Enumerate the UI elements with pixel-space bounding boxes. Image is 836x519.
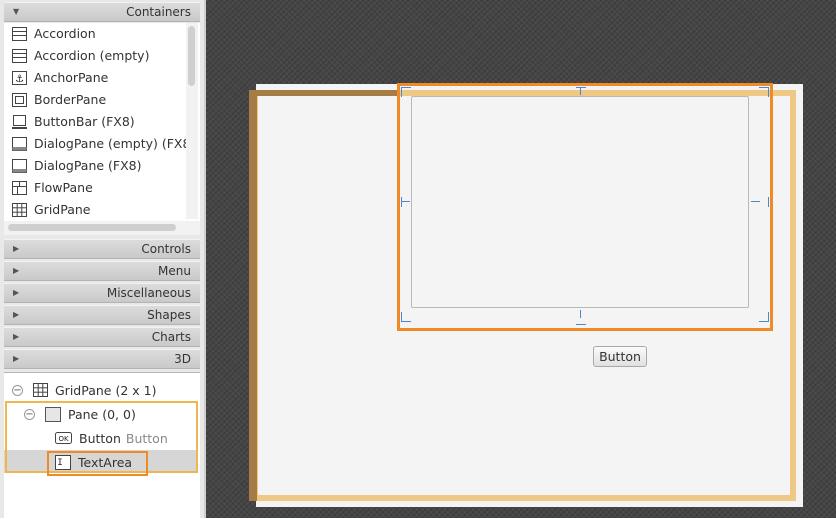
library-item-label: ButtonBar (FX8) — [34, 114, 135, 129]
accordion-icon — [12, 48, 27, 63]
library-item-label: FlowPane — [34, 180, 93, 195]
resize-handle-bottom-stem — [580, 310, 581, 318]
section-header-menu[interactable]: ▶ Menu — [4, 261, 200, 281]
section-title: Containers — [126, 5, 191, 19]
library-item-dialogpane[interactable]: DialogPane (FX8) — [12, 155, 142, 176]
tree-node-pane[interactable]: − Pane (0, 0) — [24, 403, 136, 425]
pane-icon — [45, 406, 61, 422]
scroll-thumb[interactable] — [188, 26, 195, 86]
library-item-anchorpane[interactable]: ⚓ AnchorPane — [12, 67, 108, 88]
library-item-label: Accordion — [34, 26, 96, 41]
tree-node-label: TextArea — [78, 454, 133, 470]
section-title: Controls — [141, 242, 191, 256]
border-pane-icon — [12, 92, 27, 107]
svg-text:OK: OK — [58, 435, 69, 443]
library-item-accordion[interactable]: Accordion — [12, 23, 96, 44]
library-item-label: DialogPane (FX8) — [34, 158, 142, 173]
collapsed-arrow-icon: ▶ — [13, 266, 20, 275]
tree-node-textarea[interactable]: I TextArea — [55, 451, 132, 473]
gridpane-outline-shadow-left — [249, 90, 257, 501]
library-item-label: DialogPane (empty) (FX8) — [34, 136, 196, 151]
collapsed-arrow-icon: ▶ — [13, 332, 20, 341]
tree-node-button[interactable]: OK Button Button — [55, 427, 168, 449]
library-item-label: GridPane — [34, 202, 91, 217]
accordion-icon — [12, 26, 27, 41]
section-header-charts[interactable]: ▶ Charts — [4, 327, 200, 347]
resize-handle-top-right[interactable] — [759, 87, 769, 97]
resize-handle-bottom[interactable] — [576, 317, 586, 325]
section-header-3d[interactable]: ▶ 3D — [4, 349, 200, 369]
library-item-label: Accordion (empty) — [34, 48, 150, 63]
tree-node-gridpane[interactable]: − GridPane (2 x 1) — [12, 379, 156, 401]
resize-handle-top[interactable] — [576, 87, 586, 95]
library-item-buttonbar[interactable]: ButtonBar (FX8) — [12, 111, 135, 132]
section-title: Charts — [151, 330, 191, 344]
collapsed-arrow-icon: ▶ — [13, 354, 20, 363]
textarea-icon: I — [55, 454, 71, 470]
collapsed-arrow-icon: ▶ — [13, 310, 20, 319]
library-item-gridpane[interactable]: GridPane — [12, 199, 90, 220]
library-item-dialogpane-empty[interactable]: DialogPane (empty) (FX8) — [12, 133, 195, 154]
resize-handle-right[interactable] — [761, 197, 769, 207]
expanded-arrow-icon: ▼ — [13, 7, 20, 16]
resize-handle-top-stem — [580, 87, 581, 95]
collapsed-arrow-icon: ▶ — [13, 244, 20, 253]
section-header-containers[interactable]: ▼ Containers — [4, 2, 200, 22]
library-item-flowpane[interactable]: FlowPane — [12, 177, 93, 198]
collapse-toggle-icon[interactable]: − — [12, 384, 23, 396]
scroll-thumb[interactable] — [8, 224, 176, 231]
tree-node-detail: Button — [125, 430, 168, 446]
resize-handle-bottom-left[interactable] — [401, 312, 411, 322]
button-bar-icon — [12, 114, 27, 129]
library-item-borderpane[interactable]: BorderPane — [12, 89, 106, 110]
tree-node-label: GridPane (2 x 1) — [55, 382, 157, 398]
panel-divider[interactable] — [204, 0, 206, 518]
tree-node-label: Button — [79, 430, 121, 446]
containers-list: Accordion Accordion (empty) ⚓ AnchorPane… — [4, 23, 200, 222]
grid-pane-icon — [33, 383, 48, 397]
canvas-button[interactable]: Button — [593, 346, 647, 367]
section-header-shapes[interactable]: ▶ Shapes — [4, 305, 200, 325]
gridpane-outline-shadow-top — [249, 90, 399, 96]
grid-pane-icon — [12, 202, 27, 217]
collapse-toggle-icon[interactable]: − — [24, 408, 35, 420]
svg-text:⚓: ⚓ — [15, 74, 24, 85]
library-item-label: BorderPane — [34, 92, 107, 107]
section-header-miscellaneous[interactable]: ▶ Miscellaneous — [4, 283, 200, 303]
tree-node-label: Pane (0, 0) — [68, 406, 136, 422]
collapsed-arrow-icon: ▶ — [13, 288, 20, 297]
library-item-label: AnchorPane — [34, 70, 109, 85]
dialog-pane-icon — [12, 158, 27, 173]
section-title: Menu — [158, 264, 191, 278]
section-title: Miscellaneous — [106, 286, 191, 300]
resize-handle-left-stem — [401, 201, 410, 202]
dialog-pane-icon — [12, 136, 27, 151]
library-item-accordion-empty[interactable]: Accordion (empty) — [12, 45, 149, 66]
section-title: Shapes — [147, 308, 191, 322]
flow-pane-icon — [12, 180, 27, 195]
button-ok-icon: OK — [55, 432, 72, 444]
resize-handle-right-stem — [751, 201, 760, 202]
library-vertical-scrollbar[interactable] — [186, 23, 198, 219]
resize-handle-top-left[interactable] — [401, 87, 411, 97]
svg-text:I: I — [57, 458, 62, 468]
library-horizontal-scrollbar[interactable] — [4, 221, 200, 235]
textarea-selection-box — [397, 83, 773, 331]
section-title: 3D — [174, 352, 191, 366]
anchor-icon: ⚓ — [12, 70, 27, 85]
section-header-controls[interactable]: ▶ Controls — [4, 239, 200, 259]
resize-handle-bottom-right[interactable] — [759, 312, 769, 322]
resize-handle-left[interactable] — [401, 197, 409, 207]
